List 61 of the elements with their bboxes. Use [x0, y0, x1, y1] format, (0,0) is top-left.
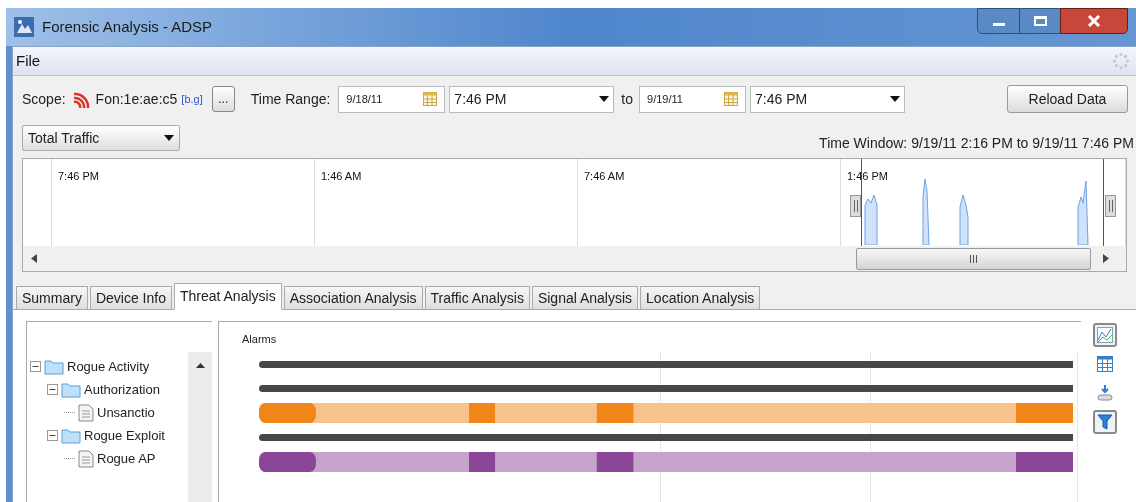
collapse-icon[interactable] [47, 430, 58, 441]
time-dropdown[interactable]: 7:46 PM [750, 85, 906, 113]
folder-icon [61, 427, 81, 444]
browse-button[interactable]: ... [211, 86, 235, 112]
folder-icon [44, 358, 64, 375]
download-icon [1097, 384, 1113, 402]
tree-item[interactable]: Rogue Exploit [84, 425, 165, 446]
reload-data-button[interactable]: Reload Data [1007, 85, 1128, 113]
tree-item[interactable]: Rogue AP [97, 448, 156, 469]
tree-item[interactable]: Rogue Activity [67, 356, 150, 377]
caret-icon [890, 96, 901, 102]
table-icon [1097, 356, 1113, 372]
scroll-right-icon[interactable] [1103, 254, 1109, 263]
date-field[interactable]: 9/19/11 [639, 85, 747, 113]
filter-icon [1097, 414, 1113, 430]
scroll-up-icon[interactable] [195, 363, 205, 368]
document-icon [78, 449, 94, 468]
time-axis-label: 7:46 AM [584, 170, 625, 182]
toolbar-button[interactable] [1093, 410, 1117, 434]
tree-item[interactable]: Unsanctio [97, 402, 155, 423]
menu-item[interactable]: File [15, 49, 42, 73]
line-chart-icon [1097, 327, 1113, 343]
minimize-button[interactable] [977, 8, 1020, 34]
time-window-text: Time Window: 9/19/11 2:16 PM to 9/19/11 7:46 PM [819, 134, 1134, 153]
document-icon [78, 403, 94, 422]
tab[interactable]: Association Analysis [283, 286, 423, 310]
toolbar-button[interactable] [1093, 323, 1117, 347]
folder-icon [61, 381, 81, 398]
device-name: Fon:1e:ae:c5 [95, 89, 178, 109]
tab[interactable]: Signal Analysis [531, 286, 639, 310]
selection-handle[interactable] [1105, 195, 1116, 217]
scope-label: Scope: [22, 89, 66, 109]
chart-title: Alarms [242, 333, 277, 345]
time-dropdown[interactable]: 7:46 PM [449, 85, 615, 113]
time-axis-label: 7:46 PM [58, 170, 99, 182]
scrollbar-thumb[interactable] [856, 247, 1091, 270]
selection-handle[interactable] [850, 195, 861, 217]
time-axis-label: 1:46 AM [321, 170, 362, 182]
metric-dropdown[interactable]: Total Traffic [22, 125, 180, 151]
close-button[interactable] [1060, 8, 1128, 34]
tab[interactable]: Device Info [89, 286, 172, 310]
to-label: to [621, 89, 634, 109]
collapse-icon[interactable] [47, 384, 58, 395]
wireless-signal-icon [71, 90, 92, 108]
time-range-label: Time Range: [250, 89, 331, 109]
app-icon [14, 17, 34, 37]
tab[interactable]: Threat Analysis [173, 283, 282, 310]
caret-icon [164, 135, 174, 141]
caret-icon [599, 96, 610, 102]
tab[interactable]: Summary [16, 286, 88, 310]
tab[interactable]: Location Analysis [640, 286, 761, 310]
tab[interactable]: Traffic Analysis [424, 286, 530, 310]
collapse-icon[interactable] [30, 361, 41, 372]
maximize-button[interactable] [1020, 8, 1060, 34]
window-title: Forensic Analysis - ADSP [42, 16, 213, 37]
band-link[interactable]: [b.g] [181, 90, 203, 108]
date-field[interactable]: 9/18/11 [338, 85, 446, 113]
tree-item[interactable]: Authorization [84, 379, 160, 400]
scroll-left-icon[interactable] [31, 254, 37, 263]
close-icon [1087, 15, 1101, 27]
loading-icon [1112, 52, 1130, 70]
